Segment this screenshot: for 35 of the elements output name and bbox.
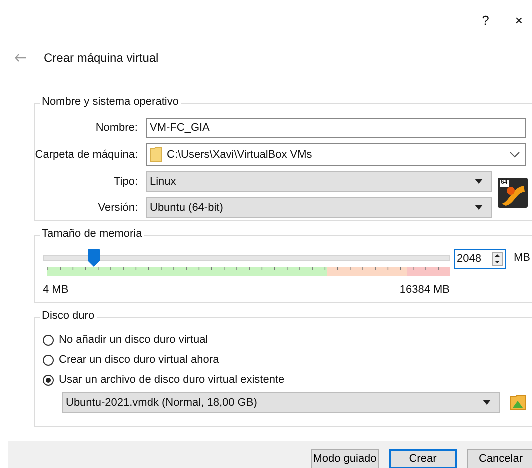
slider-thumb[interactable] <box>88 249 100 267</box>
max-label: 16384 MB <box>400 284 450 296</box>
dialog-button[interactable]: Modo guiado <box>311 449 379 468</box>
radio-option[interactable]: Crear un disco duro virtual ahora <box>43 354 532 366</box>
folder-icon[interactable] <box>510 395 526 410</box>
os-logo-icon <box>498 178 528 208</box>
dialog-button[interactable]: Cancelar <box>467 449 532 468</box>
folder-combo[interactable]: C:\Users\Xavi\VirtualBox VMs <box>146 143 526 166</box>
dialog-button[interactable]: Crear <box>389 449 457 468</box>
field-label: Tipo: <box>112 176 138 188</box>
chevron-icon <box>510 152 520 158</box>
folder-icon <box>150 147 162 162</box>
dropdown[interactable]: Linux <box>146 171 492 192</box>
min-label: 4 MB <box>43 284 69 296</box>
group-title: Tamaño de memoria <box>40 228 144 240</box>
field-label: Nombre: <box>94 122 138 134</box>
name-field[interactable]: VM-FC_GIA <box>146 118 526 138</box>
unit-label: MB <box>514 252 530 264</box>
group-title: Disco duro <box>40 310 97 322</box>
group-title: Nombre y sistema operativo <box>40 96 181 108</box>
dropdown[interactable]: Ubuntu (64-bit) <box>146 197 492 218</box>
close-button[interactable]: × <box>515 12 523 28</box>
dropdown-arrow-icon <box>483 400 491 405</box>
memory-spinbox[interactable]: 2048 <box>454 249 506 269</box>
field-label: Versión: <box>97 202 138 214</box>
back-arrow-icon[interactable] <box>15 54 27 62</box>
disk-file-dropdown[interactable]: Ubuntu-2021.vmdk (Normal, 18,00 GB) <box>62 392 500 413</box>
field-label: Carpeta de máquina: <box>35 148 138 160</box>
dropdown-arrow-icon <box>475 205 483 210</box>
radio-option[interactable]: No añadir un disco duro virtual <box>43 334 532 346</box>
spin-arrows-icon <box>492 252 503 266</box>
radio-option[interactable]: Usar un archivo de disco duro virtual existente <box>43 374 532 386</box>
dropdown-arrow-icon <box>475 179 483 184</box>
window-title: Crear máquina virtual <box>44 51 159 65</box>
help-button[interactable]: ? <box>482 12 490 28</box>
